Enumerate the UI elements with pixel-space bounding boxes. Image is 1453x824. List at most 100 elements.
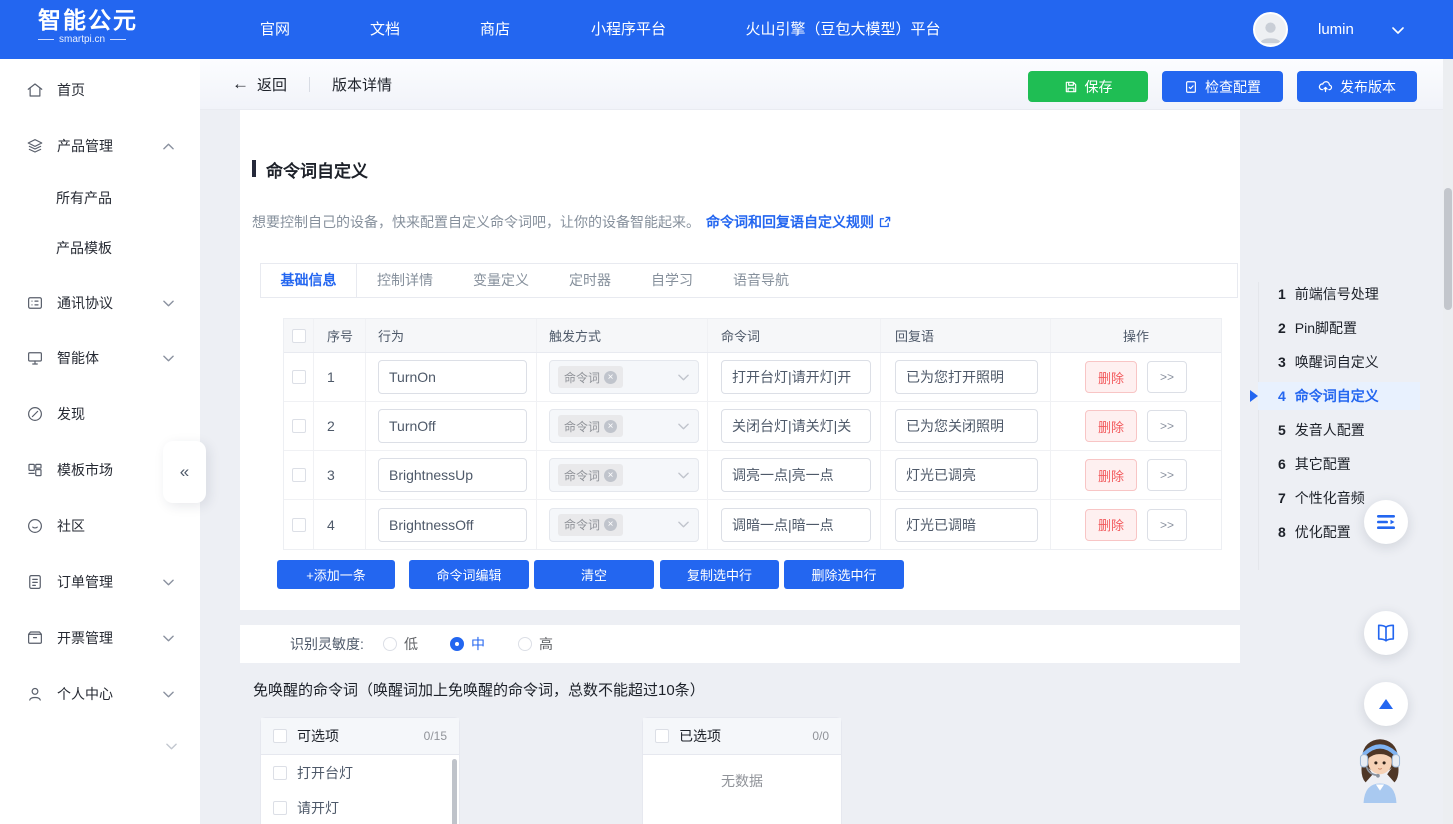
reply-input[interactable] (895, 360, 1038, 394)
logo[interactable]: 智能公元 smartpi.cn (38, 7, 138, 45)
assistant-avatar[interactable] (1349, 731, 1411, 803)
tab-basic-info[interactable]: 基础信息 (261, 264, 357, 297)
tab-voice-navigation[interactable]: 语音导航 (713, 264, 809, 297)
select-all-checkbox[interactable] (292, 329, 306, 343)
expand-row-button[interactable]: >> (1147, 361, 1187, 393)
chevron-down-icon[interactable] (1392, 27, 1404, 34)
edit-command-button[interactable]: 命令词编辑 (409, 560, 529, 589)
anchor-item-3[interactable]: 3唤醒词自定义 (1258, 348, 1420, 376)
sidebar-item-all-products[interactable]: 所有产品 (0, 185, 200, 211)
sidebar-item-discover[interactable]: 发现 (0, 401, 200, 427)
command-table: 序号 行为 触发方式 命令词 回复语 操作 1 命令词× (283, 318, 1222, 550)
tag-close-icon[interactable]: × (604, 420, 617, 433)
anchor-item-6[interactable]: 6其它配置 (1258, 450, 1420, 478)
sidebar-item-invoicing[interactable]: 开票管理 (0, 625, 200, 651)
item-checkbox[interactable] (273, 801, 287, 815)
tag-close-icon[interactable]: × (604, 469, 617, 482)
sidebar-item-home[interactable]: 首页 (0, 77, 200, 103)
clear-button[interactable]: 清空 (534, 560, 654, 589)
add-row-button[interactable]: +添加一条 (277, 560, 395, 589)
command-input[interactable] (721, 458, 871, 492)
sidebar-item-product-management[interactable]: 产品管理 (0, 133, 200, 159)
action-input[interactable] (378, 360, 527, 394)
trigger-select[interactable]: 命令词× (549, 360, 699, 394)
action-input[interactable] (378, 409, 527, 443)
active-anchor-arrow-icon (1250, 390, 1258, 402)
docs-fab-button[interactable] (1364, 611, 1408, 655)
radio-mid[interactable]: 中 (450, 634, 485, 654)
anchor-item-4-active[interactable]: 4命令词自定义 (1258, 382, 1420, 410)
nav-item-store[interactable]: 商店 (465, 0, 525, 59)
sidebar-item-profile[interactable]: 个人中心 (0, 681, 200, 707)
row-checkbox[interactable] (292, 518, 306, 532)
delete-row-button[interactable]: 删除 (1085, 361, 1137, 393)
back-to-top-button[interactable] (1364, 682, 1408, 726)
nav-item-miniprogram[interactable]: 小程序平台 (576, 0, 681, 59)
command-input[interactable] (721, 360, 871, 394)
sidebar-item-community[interactable]: 社区 (0, 513, 200, 539)
radio-high[interactable]: 高 (518, 634, 553, 654)
sidebar-item-protocols[interactable]: 通讯协议 (0, 290, 200, 316)
sidebar-item-orders[interactable]: 订单管理 (0, 569, 200, 595)
rules-link[interactable]: 命令词和回复语自定义规则 (706, 212, 891, 232)
username[interactable]: lumin (1318, 0, 1354, 59)
delete-row-button[interactable]: 删除 (1085, 459, 1137, 491)
command-input[interactable] (721, 409, 871, 443)
row-checkbox[interactable] (292, 419, 306, 433)
assistant-girl-icon (1349, 731, 1411, 803)
tag-close-icon[interactable]: × (604, 371, 617, 384)
trigger-select[interactable]: 命令词× (549, 409, 699, 443)
monitor-icon (26, 349, 44, 367)
save-button[interactable]: 保存 (1028, 71, 1148, 102)
reply-input[interactable] (895, 508, 1038, 542)
trigger-select[interactable]: 命令词× (549, 508, 699, 542)
copy-selected-button[interactable]: 复制选中行 (660, 560, 779, 589)
radio-low[interactable]: 低 (383, 634, 418, 654)
row-checkbox[interactable] (292, 370, 306, 384)
window-scrollbar[interactable] (1443, 59, 1453, 824)
window-scrollbar-thumb[interactable] (1444, 188, 1452, 310)
item-checkbox[interactable] (273, 766, 287, 780)
reply-input[interactable] (895, 458, 1038, 492)
sidebar-item-product-templates[interactable]: 产品模板 (0, 235, 200, 261)
action-input[interactable] (378, 508, 527, 542)
delete-row-button[interactable]: 删除 (1085, 410, 1137, 442)
transfer-item[interactable]: 请开灯 (261, 790, 459, 824)
expand-row-button[interactable]: >> (1147, 459, 1187, 491)
wakefree-title: 免唤醒的命令词（唤醒词加上免唤醒的命令词，总数不能超过10条） (253, 679, 705, 700)
tab-self-learning[interactable]: 自学习 (631, 264, 713, 297)
anchor-item-2[interactable]: 2Pin脚配置 (1258, 314, 1420, 342)
reply-input[interactable] (895, 409, 1038, 443)
tab-control-detail[interactable]: 控制详情 (357, 264, 453, 297)
row-checkbox[interactable] (292, 468, 306, 482)
panel-select-all-checkbox[interactable] (655, 729, 669, 743)
anchor-item-5[interactable]: 5发音人配置 (1258, 416, 1420, 444)
command-input[interactable] (721, 508, 871, 542)
sidebar-item-agent[interactable]: 智能体 (0, 345, 200, 371)
action-input[interactable] (378, 458, 527, 492)
delete-selected-button[interactable]: 删除选中行 (784, 560, 904, 589)
tab-variable-definition[interactable]: 变量定义 (453, 264, 549, 297)
check-config-button[interactable]: 检查配置 (1162, 71, 1283, 102)
anchor-item-1[interactable]: 1前端信号处理 (1258, 280, 1420, 308)
user-avatar[interactable] (1253, 12, 1288, 47)
panel-select-all-checkbox[interactable] (273, 729, 287, 743)
transfer-item[interactable]: 打开台灯 (261, 755, 459, 790)
nav-item-volcengine[interactable]: 火山引擎（豆包大模型）平台 (733, 0, 953, 59)
sidebar-item-label: 发现 (57, 404, 85, 424)
back-arrow-icon[interactable]: ← (232, 74, 249, 94)
expand-row-button[interactable]: >> (1147, 410, 1187, 442)
panel-scrollbar-thumb[interactable] (452, 759, 457, 824)
nav-item-docs[interactable]: 文档 (355, 0, 415, 59)
expand-row-button[interactable]: >> (1147, 509, 1187, 541)
trigger-select[interactable]: 命令词× (549, 458, 699, 492)
toc-fab-button[interactable] (1364, 500, 1408, 544)
tab-timer[interactable]: 定时器 (549, 264, 631, 297)
tag-close-icon[interactable]: × (604, 518, 617, 531)
sidebar-collapse-button[interactable]: « (163, 441, 206, 503)
nav-item-official-site[interactable]: 官网 (245, 0, 305, 59)
back-label[interactable]: 返回 (257, 74, 287, 95)
delete-row-button[interactable]: 删除 (1085, 509, 1137, 541)
panel-title: 可选项 (297, 726, 339, 746)
publish-version-button[interactable]: 发布版本 (1297, 71, 1417, 102)
